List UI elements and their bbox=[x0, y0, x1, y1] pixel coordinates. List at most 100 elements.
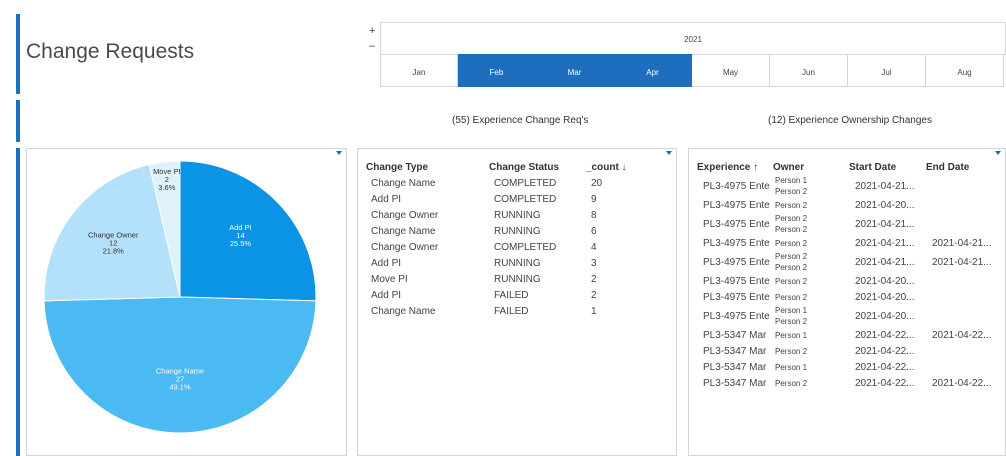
table-cell: 2021-04-21... bbox=[932, 237, 992, 249]
zoom-out-button[interactable]: – bbox=[369, 41, 375, 52]
table-cell: 6 bbox=[591, 225, 597, 237]
table-row[interactable]: PL3-5347 Mar Person 2 2021-04-22... bbox=[697, 343, 996, 359]
table-cell: 9 bbox=[591, 193, 597, 205]
owner-name: Person 1 bbox=[775, 306, 808, 315]
table-cell: Move PI bbox=[371, 273, 408, 285]
table-row[interactable]: PL3-4975 Ente Person 2 Person 2 2021-04-21.… bbox=[697, 213, 996, 235]
table-cell: Person 2 Person 2 bbox=[773, 213, 849, 235]
column-header[interactable]: Owner bbox=[773, 159, 849, 175]
table-row[interactable]: Change Owner RUNNING 8 bbox=[366, 207, 646, 223]
column-header[interactable]: _count ↓ bbox=[586, 159, 646, 175]
table-row[interactable]: Move PI RUNNING 2 bbox=[366, 271, 646, 287]
table-cell bbox=[926, 305, 996, 327]
chevron-down-icon[interactable] bbox=[666, 151, 672, 155]
table-cell: COMPLETED bbox=[494, 193, 557, 205]
table-cell: Add PI bbox=[371, 193, 402, 205]
table-cell: 2021-04-22... bbox=[932, 377, 992, 389]
table-cell: Person 2 bbox=[773, 273, 849, 289]
column-header[interactable]: Change Type bbox=[366, 159, 489, 175]
owner-name: Person 1 bbox=[775, 362, 808, 372]
month-mar[interactable]: Mar bbox=[536, 54, 614, 87]
table-cell: 2021-04-20... bbox=[855, 291, 915, 303]
table-cell: 2021-04-21... bbox=[855, 237, 915, 249]
month-may[interactable]: May bbox=[692, 54, 770, 87]
table-cell: Person 2 bbox=[773, 343, 849, 359]
table-row[interactable]: Add PI COMPLETED 9 bbox=[366, 191, 646, 207]
table-cell: Person 2 bbox=[773, 197, 849, 213]
owner-name: Person 2 bbox=[775, 378, 808, 388]
table-cell: PL3-5347 Mar bbox=[703, 329, 767, 341]
table-cell: RUNNING bbox=[494, 257, 541, 269]
ownership-table-card: Experience ↑ Owner Start Date End Date P… bbox=[688, 148, 1006, 456]
table-cell bbox=[926, 273, 996, 289]
table-cell: 2021-04-20... bbox=[855, 199, 915, 211]
table-cell: FAILED bbox=[494, 289, 529, 301]
table-cell: RUNNING bbox=[494, 273, 541, 285]
column-header[interactable]: Start Date bbox=[849, 159, 926, 175]
table-row[interactable]: PL3-4975 Ente Person 2 2021-04-20... bbox=[697, 289, 996, 305]
table-row[interactable]: PL3-5347 Mar Person 2 2021-04-22... 2021-04… bbox=[697, 375, 996, 391]
ownership-changes-heading: (12) Experience Ownership Changes bbox=[768, 115, 932, 126]
table-cell: FAILED bbox=[494, 305, 529, 317]
page-title: Change Requests bbox=[26, 40, 195, 63]
table-cell: 2 bbox=[591, 289, 597, 301]
timeline-year: 2021 bbox=[380, 22, 1006, 55]
month-jan[interactable]: Jan bbox=[380, 54, 458, 87]
table-cell: 3 bbox=[591, 257, 597, 269]
table-cell: Change Name bbox=[371, 305, 436, 317]
change-table: Change Type Change Status _count ↓ Chang… bbox=[366, 159, 646, 319]
table-cell: COMPLETED bbox=[494, 241, 557, 253]
table-cell bbox=[926, 359, 996, 375]
ownership-table: Experience ↑ Owner Start Date End Date P… bbox=[697, 159, 996, 391]
month-jul[interactable]: Jul bbox=[848, 54, 926, 87]
column-header[interactable]: Experience ↑ bbox=[697, 159, 773, 175]
zoom-in-button[interactable]: + bbox=[369, 26, 375, 37]
table-cell: PL3-5347 Mar bbox=[703, 361, 767, 373]
column-header[interactable]: Change Status bbox=[489, 159, 586, 175]
pie-slice-change-name[interactable] bbox=[43, 296, 317, 434]
accent-bar bbox=[16, 148, 20, 456]
table-cell: 2021-04-20... bbox=[855, 275, 915, 287]
table-row[interactable]: Add PI FAILED 2 bbox=[366, 287, 646, 303]
pie-data-label: 25.5% bbox=[230, 239, 252, 248]
table-row[interactable]: Change Name COMPLETED 20 bbox=[366, 175, 646, 191]
table-cell bbox=[926, 343, 996, 359]
table-row[interactable]: PL3-5347 Mar Person 1 2021-04-22... bbox=[697, 359, 996, 375]
chevron-down-icon[interactable] bbox=[995, 151, 1001, 155]
table-row[interactable]: Change Owner COMPLETED 4 bbox=[366, 239, 646, 255]
column-header[interactable]: End Date bbox=[926, 159, 996, 175]
table-cell bbox=[926, 289, 996, 305]
table-row[interactable]: PL3-4975 Ente Person 2 2021-04-21... 2021-0… bbox=[697, 235, 996, 251]
table-cell bbox=[926, 197, 996, 213]
accent-bar bbox=[16, 100, 20, 142]
table-row[interactable]: PL3-4975 Ente Person 1 Person 2 2021-04-21.… bbox=[697, 175, 996, 197]
table-cell: COMPLETED bbox=[494, 177, 557, 189]
owner-name: Person 1 bbox=[775, 330, 808, 340]
owner-name: Person 2 bbox=[775, 252, 808, 261]
table-row[interactable]: PL3-4975 Ente Person 2 Person 2 2021-04-21.… bbox=[697, 251, 996, 273]
table-row[interactable]: PL3-4975 Ente Person 1 Person 2 2021-04-20.… bbox=[697, 305, 996, 327]
table-cell: 8 bbox=[591, 209, 597, 221]
pie-chart: Add PI1425.5%Change Name2749.1%Change Ow… bbox=[43, 160, 317, 434]
month-feb[interactable]: Feb bbox=[458, 54, 536, 87]
owner-name: Person 2 bbox=[775, 346, 808, 356]
table-cell: Change Name bbox=[371, 225, 436, 237]
table-row[interactable]: Change Name FAILED 1 bbox=[366, 303, 646, 319]
table-cell: PL3-4975 Ente bbox=[703, 256, 770, 268]
month-aug[interactable]: Aug bbox=[926, 54, 1004, 87]
table-row[interactable]: Change Name RUNNING 6 bbox=[366, 223, 646, 239]
pie-data-label: 21.8% bbox=[103, 247, 125, 256]
owner-name: Person 2 bbox=[775, 200, 808, 210]
month-jun[interactable]: Jun bbox=[770, 54, 848, 87]
owner-name: Person 1 bbox=[775, 176, 808, 185]
table-row[interactable]: PL3-4975 Ente Person 2 2021-04-20... bbox=[697, 273, 996, 289]
table-cell bbox=[926, 175, 996, 197]
table-cell: PL3-4975 Ente bbox=[703, 291, 770, 303]
table-row[interactable]: Add PI RUNNING 3 bbox=[366, 255, 646, 271]
table-cell: RUNNING bbox=[494, 209, 541, 221]
table-cell: 4 bbox=[591, 241, 597, 253]
table-row[interactable]: PL3-4975 Ente Person 2 2021-04-20... bbox=[697, 197, 996, 213]
table-row[interactable]: PL3-5347 Mar Person 1 2021-04-22... 2021-04… bbox=[697, 327, 996, 343]
owner-name: Person 2 bbox=[775, 317, 808, 326]
month-apr[interactable]: Apr bbox=[614, 54, 692, 87]
